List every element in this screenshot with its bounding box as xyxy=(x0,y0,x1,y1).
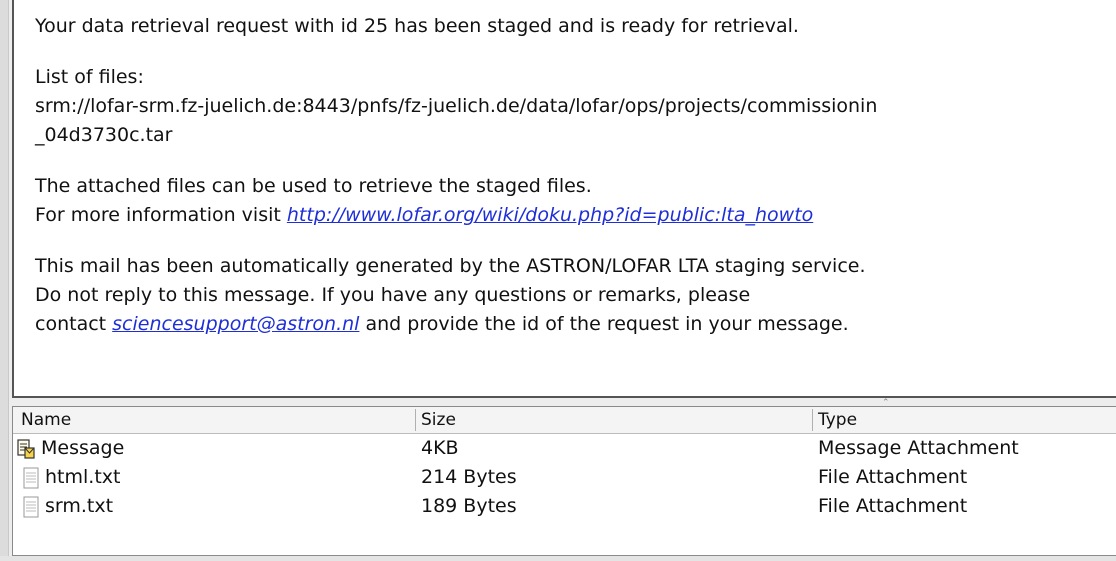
text-file-icon xyxy=(23,467,39,488)
attachment-name: html.txt xyxy=(45,466,121,488)
file-list-block: List of files: srm://lofar-srm.fz-juelic… xyxy=(35,63,1116,150)
info-prefix: For more information visit xyxy=(35,204,287,226)
message-intro-line: Your data retrieval request with id 25 h… xyxy=(35,15,799,37)
attachment-type: Message Attachment xyxy=(818,437,1019,459)
attachment-type: File Attachment xyxy=(818,495,968,517)
attached-files-text: The attached files can be used to retrie… xyxy=(35,175,592,197)
attachment-size: 214 Bytes xyxy=(421,466,517,488)
attachment-name-cell: srm.txt xyxy=(23,492,113,521)
attachment-size: 4KB xyxy=(421,437,459,459)
column-header-type[interactable]: Type xyxy=(818,407,857,433)
attachment-name-cell: Message xyxy=(17,434,124,463)
file-list-label: List of files: xyxy=(35,66,144,88)
attachment-name-cell: html.txt xyxy=(23,463,120,492)
attachment-name: Message xyxy=(41,437,125,459)
attachment-row-html[interactable]: html.txt 214 Bytes File Attachment xyxy=(13,463,1116,492)
text-file-icon xyxy=(23,496,39,517)
howto-link[interactable]: http://www.lofar.org/wiki/doku.php?id=pu… xyxy=(287,204,813,226)
left-window-edge xyxy=(0,0,9,561)
attachment-size: 189 Bytes xyxy=(421,495,517,517)
attachments-header: Name Size Type xyxy=(13,407,1116,434)
attachments-table: Name Size Type Message 4KB Message Attac… xyxy=(12,406,1116,556)
column-divider[interactable] xyxy=(812,409,813,431)
column-header-name[interactable]: Name xyxy=(21,407,71,433)
no-reply-text: Do not reply to this message. If you hav… xyxy=(35,284,751,306)
attachment-row-srm[interactable]: srm.txt 189 Bytes File Attachment xyxy=(13,492,1116,521)
attachment-type: File Attachment xyxy=(818,466,968,488)
column-header-size[interactable]: Size xyxy=(421,407,456,433)
footer-block: This mail has been automatically generat… xyxy=(35,252,1116,339)
contact-prefix: contact xyxy=(35,313,113,335)
window-bottom-edge xyxy=(0,556,1116,561)
contact-suffix: and provide the id of the request in you… xyxy=(359,313,849,335)
srm-path: srm://lofar-srm.fz-juelich.de:8443/pnfs/… xyxy=(35,95,878,117)
attachment-name: srm.txt xyxy=(45,495,114,517)
support-email-link[interactable]: sciencesupport@astron.nl xyxy=(112,313,359,335)
auto-generated-text: This mail has been automatically generat… xyxy=(35,255,866,277)
srm-path-tail: _04d3730c.tar xyxy=(35,124,173,146)
message-body: Your data retrieval request with id 25 h… xyxy=(12,0,1116,398)
info-block: The attached files can be used to retrie… xyxy=(35,172,1116,230)
message-attachment-icon xyxy=(17,438,35,459)
column-divider[interactable] xyxy=(415,409,416,431)
attachment-row-message[interactable]: Message 4KB Message Attachment xyxy=(13,434,1116,463)
pane-splitter[interactable] xyxy=(12,398,1116,406)
